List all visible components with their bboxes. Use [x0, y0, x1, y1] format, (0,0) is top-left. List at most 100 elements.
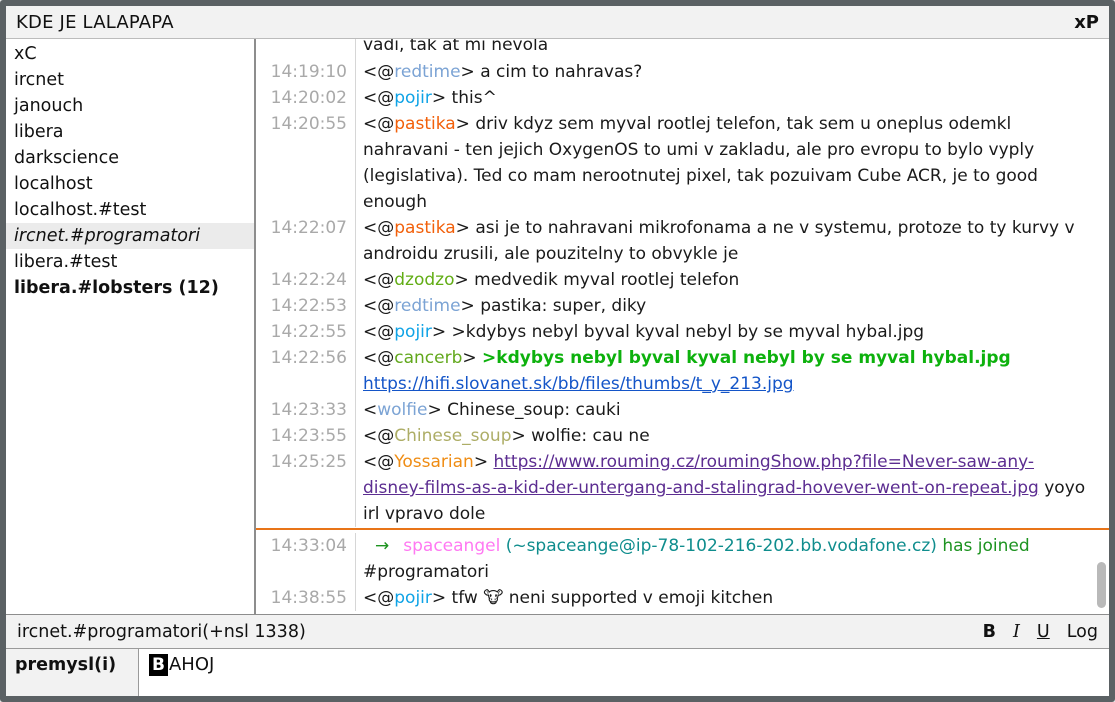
sidebar-item-localhost-#test[interactable]: localhost.#test [6, 197, 254, 223]
scrollbar-thumb[interactable] [1097, 562, 1106, 608]
timestamp: 14:22:56 [256, 345, 356, 397]
nick-label: pojir [394, 88, 432, 108]
main-area: xCircnetjanouchliberadarksciencelocalhos… [6, 39, 1109, 614]
text-segment: vadi, tak at mi nevola [363, 39, 548, 55]
sidebar-item-localhost[interactable]: localhost [6, 171, 254, 197]
nick-label: wolfie [377, 400, 427, 420]
sidebar-item-ircnet[interactable]: ircnet [6, 67, 254, 93]
bracket-segment: <@ [363, 296, 394, 316]
chat-message: 14:20:55<@pastika> driv kdyz sem myval r… [256, 111, 1109, 215]
sidebar-item-libera-#test[interactable]: libera.#test [6, 249, 254, 275]
chat-message: 14:38:55<@pojir> tfw 🐮 neni supported v … [256, 585, 1109, 611]
italic-button[interactable]: I [1013, 622, 1020, 642]
bracket-segment: <@ [363, 426, 394, 446]
message-input[interactable]: BAHOJ [139, 649, 1109, 696]
chat-message: 14:23:33<wolfie> Chinese_soup: cauki [256, 397, 1109, 423]
message-body: <@pastika> asi je to nahravani mikrofona… [356, 215, 1109, 267]
log-button[interactable]: Log [1067, 622, 1098, 642]
bold-button[interactable]: B [983, 622, 996, 642]
message-body: <@redtime> pastika: super, diky [356, 293, 1109, 319]
sidebar-item-libera[interactable]: libera [6, 119, 254, 145]
text-segment: #programatori [363, 562, 489, 582]
bracket-segment: <@ [363, 348, 394, 368]
bracket-segment: > [432, 322, 452, 342]
join-host-segment: (~spaceange@ip-78-102-216-202.bb.vodafon… [506, 536, 937, 556]
nick-label: Yossarian [394, 452, 474, 472]
bold-control-marker: B [149, 654, 168, 676]
message-body: <@Chinese_soup> wolfie: cau ne [356, 423, 1109, 449]
chat-message: 14:19:10<@redtime> a cim to nahravas? [256, 59, 1109, 85]
timestamp: 14:22:55 [256, 319, 356, 345]
bracket-segment: <@ [363, 62, 394, 82]
chat-message: 14:22:07<@pastika> asi je to nahravani m… [256, 215, 1109, 267]
timestamp: 14:22:07 [256, 215, 356, 267]
text-segment: a cim to nahravas? [480, 62, 642, 82]
chat-message: 14:22:53<@redtime> pastika: super, diky [256, 293, 1109, 319]
timestamp: 14:23:33 [256, 397, 356, 423]
text-segment: tfw 🐮 neni supported v emoji kitchen [452, 588, 774, 608]
bracket-segment: <@ [363, 588, 394, 608]
timestamp: 14:38:55 [256, 585, 356, 611]
status-bar: ircnet.#programatori(+nsl 1338) BIU Log [6, 614, 1109, 648]
bracket-segment: > [474, 452, 494, 472]
own-nick-label: premysl(i) [6, 649, 139, 696]
channel-status: ircnet.#programatori(+nsl 1338) [17, 622, 966, 642]
message-body: vadi, tak at mi nevola [356, 39, 1109, 59]
bracket-segment: > [462, 348, 482, 368]
format-buttons: BIU Log [966, 622, 1098, 642]
nick-label: pastika [394, 114, 455, 134]
text-segment: Chinese_soup: cauki [447, 400, 620, 420]
bracket-segment: < [363, 400, 377, 420]
bracket-segment: > [456, 218, 476, 238]
sidebar-item-libera-#lobsters-12-[interactable]: libera.#lobsters (12) [6, 275, 254, 301]
input-bar: premysl(i) BAHOJ [6, 648, 1109, 696]
bracket-segment: > [432, 88, 452, 108]
message-body: <@redtime> a cim to nahravas? [356, 59, 1109, 85]
message-body: <wolfie> Chinese_soup: cauki [356, 397, 1109, 423]
chat-message: 14:20:02<@pojir> this^ [256, 85, 1109, 111]
titlebar-right-label[interactable]: xP [1074, 12, 1099, 33]
chat-message: 14:22:56<@cancerb> >kdybys nebyl byval k… [256, 345, 1109, 397]
bracket-segment: > [432, 588, 452, 608]
text-segment: pastika: super, diky [480, 296, 646, 316]
nick-label: cancerb [394, 348, 462, 368]
timestamp: 14:19:10 [256, 59, 356, 85]
bracket-segment: > [461, 296, 481, 316]
message-body: <@pojir> >kdybys nebyl byval kyval nebyl… [356, 319, 1109, 345]
bracket-segment: <@ [363, 270, 394, 290]
window-title: KDE JE LALAPAPA [16, 12, 1074, 33]
message-log: vadi, tak at mi nevola14:19:10<@redtime>… [256, 39, 1109, 611]
nick-label: pojir [394, 588, 432, 608]
title-bar: KDE JE LALAPAPA xP [6, 6, 1109, 39]
message-body: <@pojir> this^ [356, 85, 1109, 111]
join-message: 14:33:04→spaceangel (~spaceange@ip-78-10… [256, 533, 1109, 585]
bracket-segment: <@ [363, 218, 394, 238]
unread-separator [256, 528, 1109, 530]
nick-label: redtime [394, 62, 460, 82]
sidebar-item-janouch[interactable]: janouch [6, 93, 254, 119]
sidebar-item-darkscience[interactable]: darkscience [6, 145, 254, 171]
message-body: <@Yossarian> https://www.rouming.cz/roum… [356, 449, 1109, 527]
message-body: →spaceangel (~spaceange@ip-78-102-216-20… [356, 533, 1109, 585]
bracket-segment: <@ [363, 88, 394, 108]
timestamp: 14:25:25 [256, 449, 356, 527]
message-body: <@pojir> tfw 🐮 neni supported v emoji ki… [356, 585, 1109, 611]
sidebar-item-xc[interactable]: xC [6, 41, 254, 67]
bracket-segment: > [454, 270, 474, 290]
text-segment: wolfie: cau ne [531, 426, 650, 446]
bracket-segment: > [512, 426, 532, 446]
bracket-segment: <@ [363, 322, 394, 342]
underline-button[interactable]: U [1037, 622, 1050, 642]
bracket-segment: > [456, 114, 476, 134]
chat-area: vadi, tak at mi nevola14:19:10<@redtime>… [256, 39, 1109, 614]
message-link[interactable]: https://hifi.slovanet.sk/bb/files/thumbs… [363, 374, 794, 394]
nick-label: Chinese_soup [394, 426, 511, 446]
bracket-segment: > [427, 400, 447, 420]
sidebar-item-ircnet-#programatori[interactable]: ircnet.#programatori [6, 223, 254, 249]
arrow-segment: → [375, 536, 389, 556]
chat-message: 14:25:25<@Yossarian> https://www.rouming… [256, 449, 1109, 527]
nick-label: pojir [394, 322, 432, 342]
join-action-segment: has joined [942, 536, 1029, 556]
timestamp: 14:22:24 [256, 267, 356, 293]
sidebar: xCircnetjanouchliberadarksciencelocalhos… [6, 39, 256, 614]
